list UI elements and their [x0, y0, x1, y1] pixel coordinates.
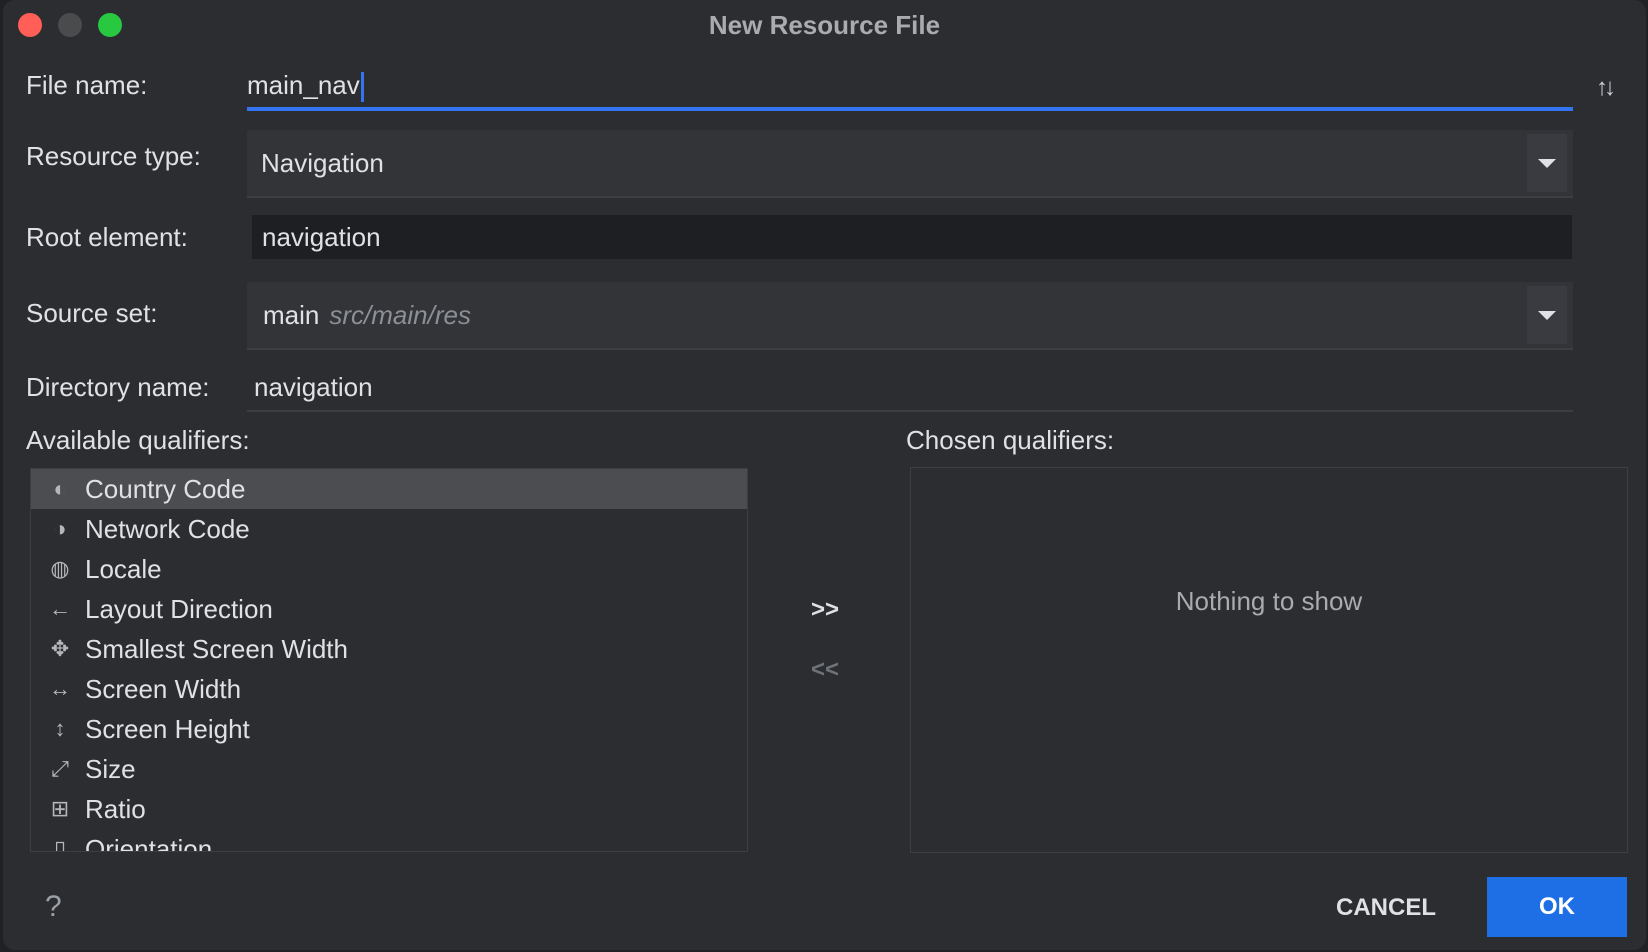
- help-button[interactable]: ?: [45, 890, 62, 924]
- sort-arrows-icon[interactable]: ↑↓: [1596, 74, 1616, 102]
- smallest-width-icon: ✥: [50, 636, 70, 661]
- ok-button[interactable]: OK: [1487, 877, 1627, 937]
- globe-icon: ◍: [50, 556, 70, 581]
- qualifier-item-label: Orientation: [85, 834, 213, 852]
- dialog-title: New Resource File: [708, 10, 941, 40]
- qualifier-item-label: Smallest Screen Width: [85, 634, 348, 664]
- directory-name-input[interactable]: navigation: [254, 372, 373, 403]
- orientation-icon: ▯: [53, 836, 67, 852]
- add-qualifier-button[interactable]: >>: [811, 596, 839, 624]
- ratio-icon: ⊞: [50, 796, 70, 821]
- empty-state-text: Nothing to show: [1175, 586, 1363, 616]
- qualifier-item[interactable]: ◑ Network Code: [31, 509, 747, 549]
- qualifier-item-label: Ratio: [85, 794, 146, 824]
- qualifier-item-label: Layout Direction: [85, 594, 273, 624]
- root-element-input[interactable]: navigation: [252, 215, 1572, 259]
- screen-width-icon: ↔: [49, 676, 71, 701]
- resource-type-label: Resource type:: [26, 141, 201, 171]
- root-element-value: navigation: [262, 222, 381, 252]
- qualifier-item[interactable]: ↔ Screen Width: [31, 669, 747, 709]
- country-code-icon: ◐: [53, 476, 67, 501]
- network-code-icon: ◑: [53, 516, 67, 541]
- file-name-focus-underline: [247, 107, 1573, 111]
- qualifier-item-label: Screen Width: [85, 674, 242, 704]
- qualifier-item-label: Locale: [85, 554, 162, 584]
- qualifier-item[interactable]: ← Layout Direction: [31, 589, 747, 629]
- chevron-down-icon[interactable]: [1527, 286, 1567, 344]
- qualifier-item-label: Screen Height: [85, 714, 250, 744]
- qualifier-item[interactable]: ▯ Orientation: [31, 829, 747, 852]
- available-qualifiers-list[interactable]: ◐ Country Code ◑ Network Code ◍ Locale ← Layout…: [30, 468, 748, 852]
- new-resource-file-dialog: New Resource File File name: main_nav ↑↓…: [3, 0, 1646, 950]
- source-set-path: src/main/res: [329, 300, 471, 330]
- size-icon: ⤢: [51, 756, 69, 781]
- source-set-value: main: [263, 300, 320, 330]
- qualifier-item[interactable]: ◐ Country Code: [31, 469, 747, 509]
- cancel-button[interactable]: CANCEL: [1321, 880, 1451, 936]
- title-bar: New Resource File: [3, 0, 1646, 50]
- file-name-input[interactable]: main_nav: [247, 65, 1573, 111]
- file-name-value: main_nav: [247, 70, 360, 100]
- qualifier-item[interactable]: ✥ Smallest Screen Width: [31, 629, 747, 669]
- directory-name-label: Directory name:: [26, 372, 210, 402]
- resource-type-dropdown[interactable]: Navigation: [247, 130, 1573, 198]
- layout-direction-icon: ←: [49, 596, 71, 621]
- screen-height-icon: ↕: [54, 716, 66, 741]
- remove-qualifier-button[interactable]: <<: [811, 656, 839, 684]
- qualifier-item[interactable]: ⊞ Ratio: [31, 789, 747, 829]
- chosen-qualifiers-label: Chosen qualifiers:: [906, 425, 1115, 455]
- qualifier-item[interactable]: ↕ Screen Height: [31, 709, 747, 749]
- qualifier-item-label: Country Code: [85, 474, 246, 504]
- root-element-label: Root element:: [26, 222, 188, 252]
- available-qualifiers-label: Available qualifiers:: [26, 425, 250, 455]
- qualifier-item-label: Network Code: [85, 514, 250, 544]
- file-name-label: File name:: [26, 70, 148, 100]
- source-set-label: Source set:: [26, 298, 158, 328]
- chosen-qualifiers-list[interactable]: Nothing to show: [910, 467, 1628, 853]
- chevron-down-icon[interactable]: [1527, 134, 1567, 192]
- source-set-dropdown[interactable]: main src/main/res: [247, 282, 1573, 350]
- directory-name-underline: [247, 410, 1573, 412]
- qualifier-item[interactable]: ◍ Locale: [31, 549, 747, 589]
- resource-type-value: Navigation: [261, 148, 384, 178]
- qualifier-item-label: Size: [85, 754, 136, 784]
- text-caret: [360, 72, 364, 103]
- qualifier-item[interactable]: ⤢ Size: [31, 749, 747, 789]
